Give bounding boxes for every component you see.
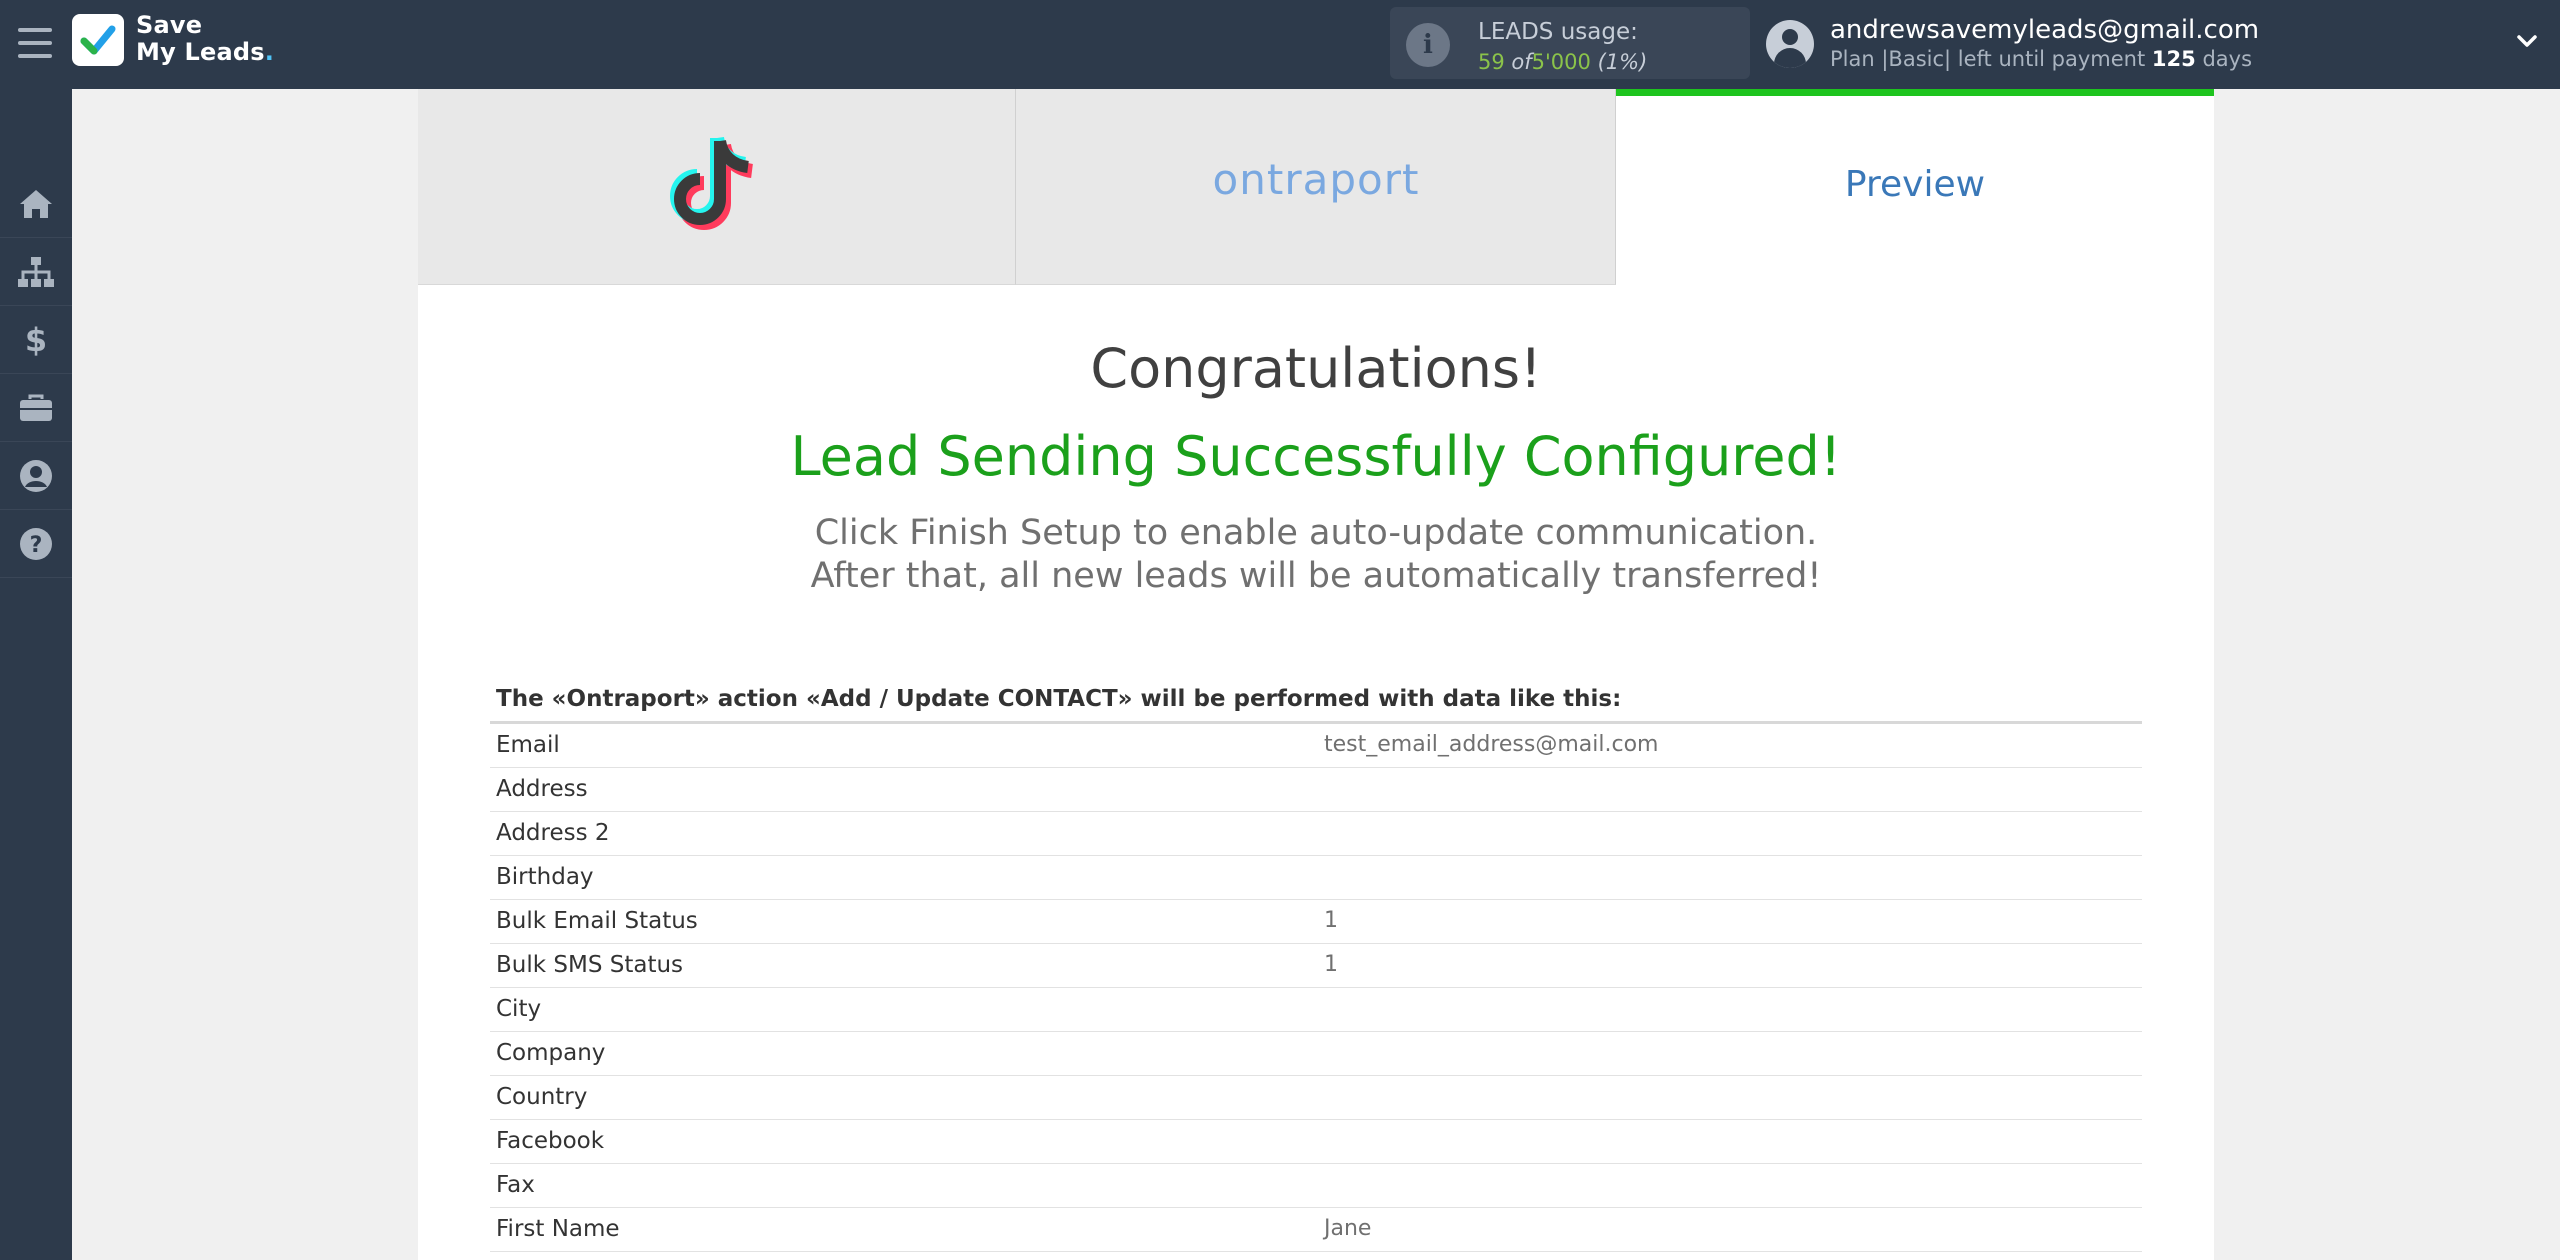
field-name: Bulk Email Status	[496, 908, 698, 934]
table-row: Bulk Email Status 1	[490, 900, 2142, 944]
sitemap-icon	[18, 256, 54, 287]
user-email[interactable]: andrewsavemyleads@gmail.com	[1830, 15, 2259, 45]
field-name: Bulk SMS Status	[496, 952, 684, 978]
info-icon: i	[1406, 23, 1450, 67]
field-name: Address 2	[496, 820, 610, 846]
sidebar-item-services[interactable]	[0, 374, 72, 442]
field-name: Facebook	[496, 1128, 605, 1154]
usage-count: 59 of5'000 (1%)	[1478, 50, 1648, 74]
logo-icon[interactable]	[72, 14, 124, 66]
usage-label: LEADS usage:	[1478, 19, 1638, 45]
tab-preview[interactable]: Preview	[1616, 89, 2214, 285]
sidebar-item-home[interactable]	[0, 170, 72, 238]
tab-preview-label: Preview	[1844, 164, 1986, 205]
briefcase-icon	[20, 394, 52, 421]
hint-line-2: After that, all new leads will be automa…	[810, 556, 1822, 596]
sidebar-item-account[interactable]	[0, 442, 72, 510]
action-description: The «Ontraport» action «Add / Update CON…	[496, 686, 1622, 712]
sidebar-item-help[interactable]: ?	[0, 510, 72, 578]
preview-table: Email test_email_address@mail.com Address…	[490, 721, 2142, 1252]
field-value: Jane	[1324, 1216, 1372, 1241]
step-tabs: ontraport Preview	[418, 89, 2214, 285]
chevron-down-icon[interactable]	[2516, 30, 2538, 52]
leads-usage-panel: i LEADS usage: 59 of5'000 (1%)	[1390, 7, 1750, 79]
field-value: 1	[1324, 908, 1338, 933]
field-name: Company	[496, 1040, 606, 1066]
tiktok-icon	[670, 136, 754, 230]
table-row: Address	[490, 768, 2142, 812]
congrats-heading: Congratulations!	[1090, 337, 1542, 400]
svg-text:?: ?	[30, 533, 43, 558]
svg-text:$: $	[25, 323, 47, 357]
plan-info: Plan |Basic| left until payment 125 days	[1830, 47, 2253, 71]
table-row: City	[490, 988, 2142, 1032]
field-name: Birthday	[496, 864, 594, 890]
hint-line-1: Click Finish Setup to enable auto-update…	[814, 513, 1818, 553]
table-row: Address 2	[490, 812, 2142, 856]
top-bar: Save My Leads. i LEADS usage: 59 of5'000…	[0, 0, 2560, 89]
field-value: test_email_address@mail.com	[1324, 732, 1659, 757]
table-row: Bulk SMS Status 1	[490, 944, 2142, 988]
table-row: Company	[490, 1032, 2142, 1076]
main-card: ontraport Preview Congratulations! Lead …	[418, 89, 2214, 1260]
field-name: City	[496, 996, 542, 1022]
sidebar: $ ?	[0, 89, 72, 1260]
table-row: Country	[490, 1076, 2142, 1120]
sidebar-item-connections[interactable]	[0, 238, 72, 306]
field-name: Email	[496, 732, 560, 758]
table-row: First Name Jane	[490, 1208, 2142, 1252]
menu-icon[interactable]	[18, 28, 52, 58]
field-name: First Name	[496, 1216, 620, 1242]
dollar-icon: $	[25, 323, 47, 357]
table-row: Birthday	[490, 856, 2142, 900]
field-name: Address	[496, 776, 588, 802]
home-icon	[20, 189, 52, 218]
sidebar-item-billing[interactable]: $	[0, 306, 72, 374]
logo-text[interactable]: Save My Leads.	[136, 12, 274, 66]
tab-source[interactable]	[418, 89, 1016, 285]
table-row: Facebook	[490, 1120, 2142, 1164]
table-row: Email test_email_address@mail.com	[490, 724, 2142, 768]
field-name: Fax	[496, 1172, 535, 1198]
avatar-icon[interactable]	[1766, 20, 1814, 68]
tab-destination[interactable]: ontraport	[1016, 89, 1616, 285]
success-heading: Lead Sending Successfully Configured!	[790, 425, 1842, 488]
field-value: 1	[1324, 952, 1338, 977]
account-icon	[20, 459, 52, 492]
field-name: Country	[496, 1084, 588, 1110]
table-row: Fax	[490, 1164, 2142, 1208]
help-icon: ?	[20, 527, 52, 560]
ontraport-logo: ontraport	[1212, 155, 1420, 204]
